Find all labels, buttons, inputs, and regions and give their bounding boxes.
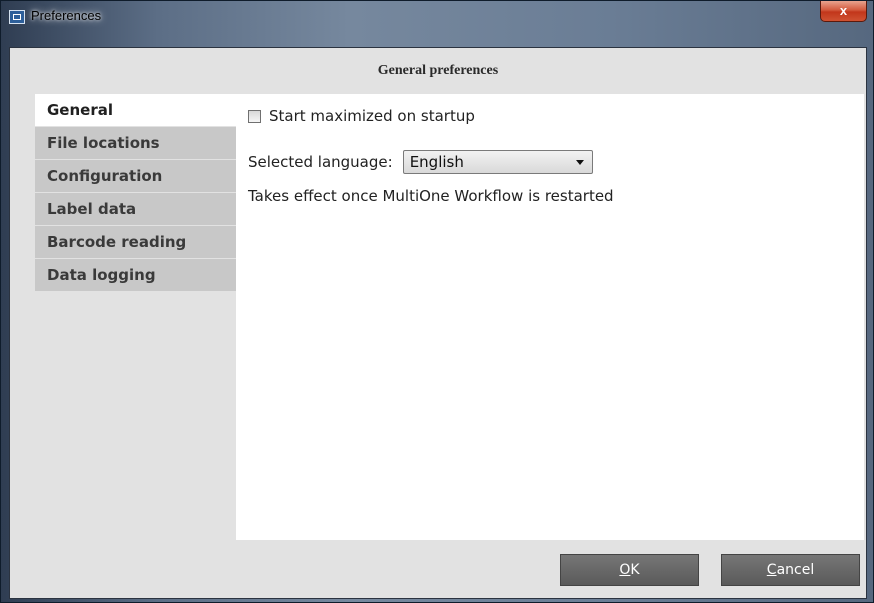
preferences-window: Preferences x General preferences Genera… [0, 0, 874, 603]
title-bar[interactable]: Preferences x [1, 1, 873, 47]
general-settings-panel: Start maximized on startup Selected lang… [236, 94, 864, 540]
restart-note: Takes effect once MultiOne Workflow is r… [248, 187, 614, 205]
cancel-button[interactable]: Cancel [721, 554, 860, 586]
language-dropdown[interactable]: English [402, 150, 593, 174]
start-maximized-checkbox[interactable] [248, 109, 261, 123]
language-row: Selected language: English [248, 150, 593, 174]
close-button[interactable]: x [820, 1, 867, 22]
ok-button-label-rest: K [630, 562, 640, 578]
preferences-sidebar: General File locations Configuration Lab… [35, 94, 236, 292]
cancel-button-mnemonic: C [766, 562, 777, 578]
chevron-down-icon [575, 160, 584, 165]
close-icon: x [839, 3, 848, 18]
ok-button[interactable]: OK [560, 554, 699, 586]
ok-button-mnemonic: O [619, 562, 631, 578]
sidebar-item-data-logging[interactable]: Data logging [35, 259, 236, 292]
language-dropdown-value: English [409, 153, 464, 171]
start-maximized-row[interactable]: Start maximized on startup [248, 106, 475, 126]
language-label: Selected language: [248, 153, 393, 171]
sidebar-item-general[interactable]: General [35, 94, 236, 127]
sidebar-item-barcode-reading[interactable]: Barcode reading [35, 226, 236, 259]
sidebar-item-label-data[interactable]: Label data [35, 193, 236, 226]
app-icon [9, 10, 25, 24]
start-maximized-label: Start maximized on startup [269, 107, 475, 125]
page-title: General preferences [377, 63, 499, 78]
window-title: Preferences [31, 8, 102, 23]
dialog-client-area: General preferences General File locatio… [9, 47, 867, 599]
sidebar-item-file-locations[interactable]: File locations [35, 127, 236, 160]
sidebar-item-configuration[interactable]: Configuration [35, 160, 236, 193]
cancel-button-label-rest: ancel [776, 562, 815, 578]
